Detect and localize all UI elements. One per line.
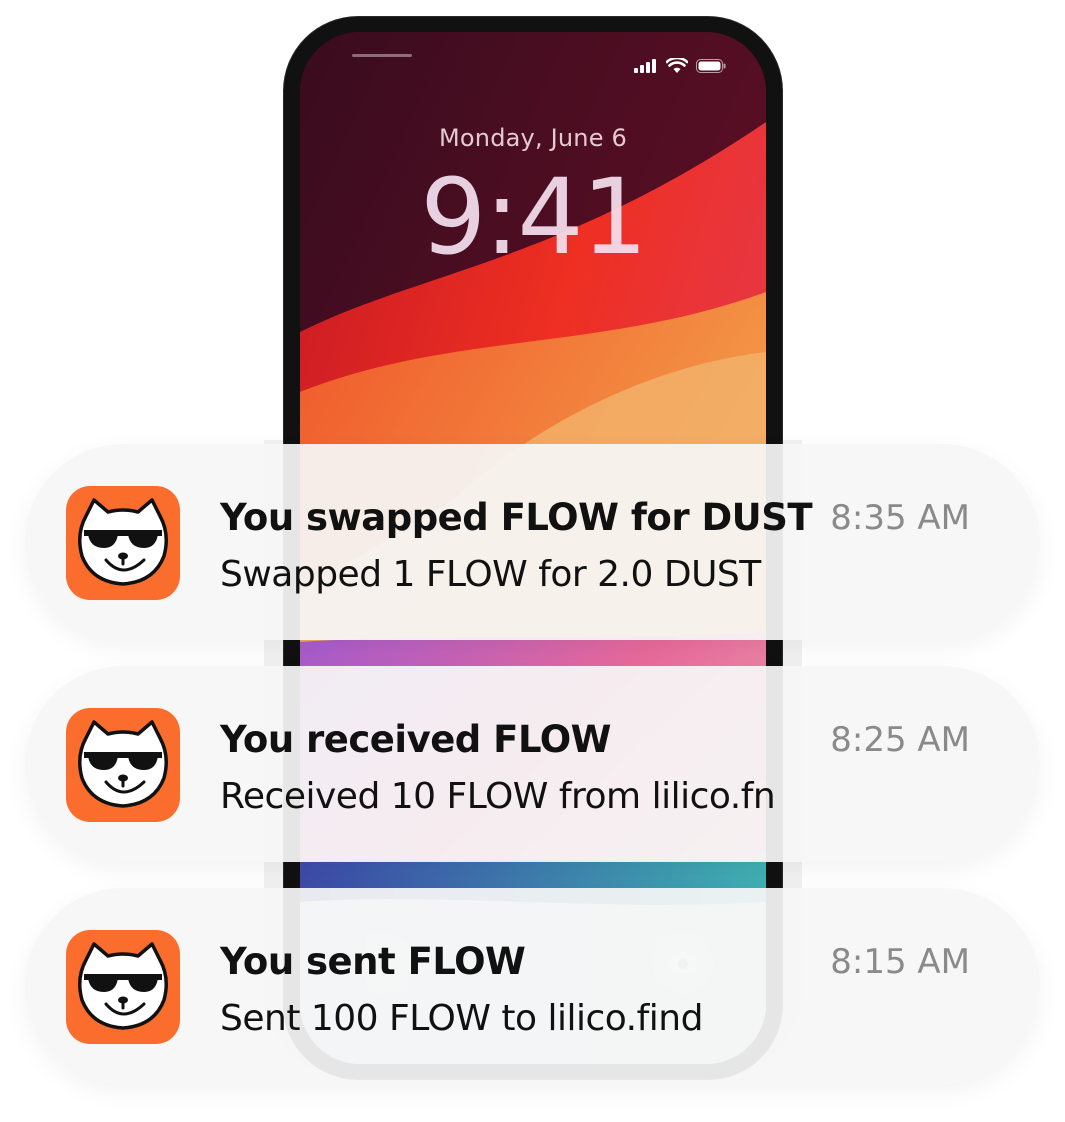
notification-title: You swapped FLOW for DUST [220,496,813,539]
lock-screen-time: 9:41 [420,156,648,278]
notification-body: Sent 100 FLOW to lilico.find [220,998,703,1039]
notification-time: 8:35 AM [830,498,970,538]
battery-icon [696,59,726,73]
notification-title: You received FLOW [220,718,611,761]
status-bar [634,58,726,74]
notification-title: You sent FLOW [220,940,526,983]
notification-card[interactable]: You swapped FLOW for DUST Swapped 1 FLOW… [25,444,1040,640]
lilico-cat-icon [66,708,180,822]
lilico-cat-icon [66,486,180,600]
notification-card[interactable]: You received FLOW Received 10 FLOW from … [25,666,1040,862]
notification-body: Swapped 1 FLOW for 2.0 DUST [220,554,761,595]
notification-time: 8:15 AM [830,942,970,982]
notification-body: Received 10 FLOW from lilico.fn [220,776,776,817]
notification-card[interactable]: You sent FLOW Sent 100 FLOW to lilico.fi… [25,888,1040,1084]
wifi-icon [666,58,688,73]
lilico-cat-icon [66,930,180,1044]
cellular-signal-icon [634,59,656,73]
dynamic-island-indicator [352,54,412,57]
notification-time: 8:25 AM [830,720,970,760]
lock-screen-date: Monday, June 6 [439,124,627,152]
